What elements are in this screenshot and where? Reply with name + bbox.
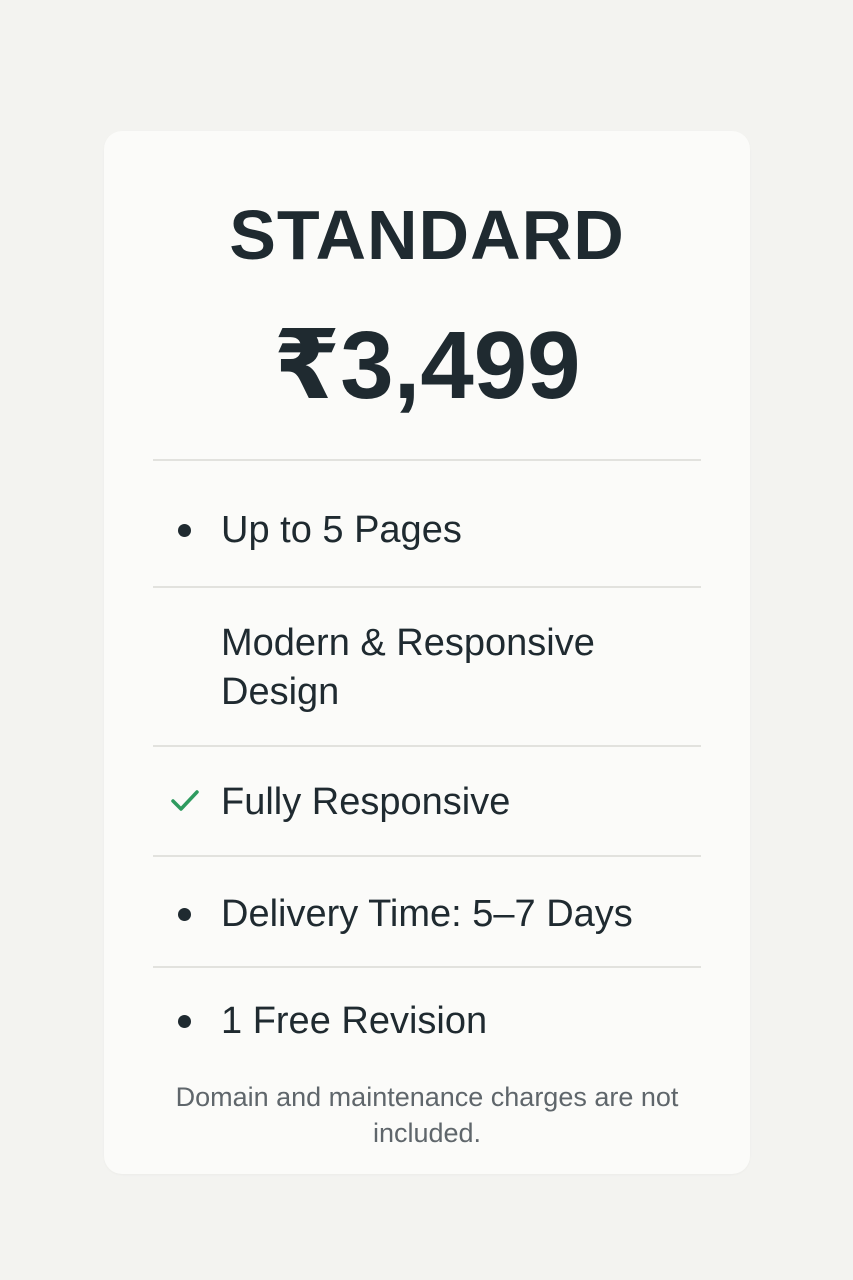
feature-item-responsive: Fully Responsive: [153, 747, 701, 855]
feature-item-pages: Up to 5 Pages: [153, 461, 701, 587]
feature-item-design: Modern & Responsive Design: [153, 588, 701, 745]
feature-label-line2: Design: [221, 671, 340, 713]
bullet-icon: [178, 524, 191, 537]
feature-item-revision: 1 Free Revision: [153, 968, 701, 1068]
feature-label: 1 Free Revision: [221, 1000, 488, 1042]
pricing-card: STANDARD ₹3,499 Up to 5 Pages Modern & R…: [104, 131, 750, 1174]
feature-label: Fully Responsive: [221, 781, 511, 823]
check-icon: [171, 790, 199, 811]
feature-label: Delivery Time: 5–7 Days: [221, 893, 633, 935]
feature-item-delivery: Delivery Time: 5–7 Days: [153, 857, 701, 966]
plan-name: STANDARD: [229, 196, 625, 274]
bullet-icon: [178, 908, 191, 921]
plan-price: ₹3,499: [273, 312, 581, 419]
pricing-note: Domain and maintenance charges are not i…: [175, 1082, 679, 1148]
bullet-icon: [178, 1015, 191, 1028]
feature-label: Up to 5 Pages: [221, 509, 462, 551]
feature-label-line1: Modern & Responsive: [221, 622, 595, 664]
